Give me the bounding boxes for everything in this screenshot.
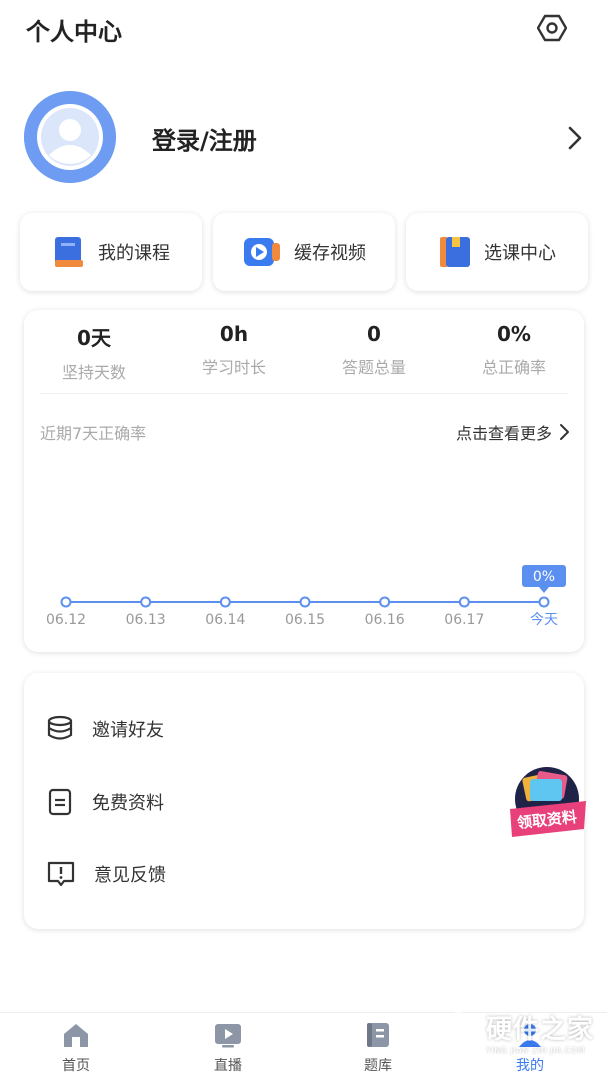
stat-value: 0天: [77, 326, 111, 350]
stat-label: 答题总量: [341, 358, 406, 377]
x-tick-label: 06.15: [285, 612, 325, 628]
feedback-icon: [47, 861, 75, 887]
menu-label: 邀请好友: [92, 720, 164, 741]
data-point[interactable]: [299, 596, 311, 608]
data-point[interactable]: [60, 596, 72, 608]
avatar[interactable]: [24, 91, 116, 183]
tab-label: 我的: [516, 1058, 544, 1074]
profile-login-row[interactable]: 登录/注册: [0, 88, 607, 188]
quick-actions: 我的课程 缓存视频 选课中心: [20, 213, 588, 293]
get-materials-promo[interactable]: 领取资料: [506, 765, 588, 847]
course-center-label: 选课中心: [484, 243, 556, 264]
stat-study-time: 0h 学习时长: [164, 322, 304, 378]
stat-value: 0h: [219, 322, 249, 346]
page-title: 个人中心: [26, 18, 122, 46]
live-play-icon: [215, 1024, 241, 1048]
materials-gift-icon: 领取资料: [510, 767, 586, 837]
chevron-right-icon: [568, 126, 582, 150]
tab-label: 直播: [214, 1058, 242, 1074]
cached-videos-button[interactable]: 缓存视频: [213, 213, 395, 291]
x-tick-label: 06.17: [444, 612, 484, 628]
user-avatar-icon: [24, 91, 116, 183]
stats-card: 0天 坚持天数 0h 学习时长 0 答题总量 0% 总正确率 近期7天正确率 点…: [24, 310, 584, 652]
view-more-link[interactable]: 点击查看更多: [456, 420, 570, 444]
watermark-logo-icon: [439, 1010, 477, 1054]
tab-home[interactable]: 首页: [36, 1021, 116, 1075]
menu-label: 意见反馈: [94, 865, 166, 886]
settings-button[interactable]: [534, 10, 570, 46]
tab-label: 题库: [364, 1058, 392, 1074]
chart-title: 近期7天正确率: [40, 424, 147, 443]
watermark-text-group: 硬件之家 YING JIAN ZHI JIA.COM: [486, 1009, 594, 1055]
tooltip-pointer: [539, 587, 549, 593]
stat-accuracy: 0% 总正确率: [444, 322, 584, 378]
login-register-label: 登录/注册: [152, 127, 257, 155]
question-bank-icon: [367, 1023, 389, 1047]
menu-feedback[interactable]: 意见反馈: [46, 854, 166, 894]
watermark: 硬件之家 YING JIAN ZHI JIA.COM: [438, 1008, 607, 1056]
course-center-button[interactable]: 选课中心: [406, 213, 588, 291]
x-tick-label: 06.13: [126, 612, 166, 628]
tab-question-bank[interactable]: 题库: [338, 1021, 418, 1075]
tooltip-label: 0%: [533, 569, 555, 585]
accuracy-line-chart: 06.12 06.13 06.14 06.15 06.16 06.17 今天 0%: [46, 565, 566, 628]
stat-answer-total: 0 答题总量: [304, 322, 444, 378]
tab-label: 首页: [62, 1058, 90, 1074]
x-tick-label: 06.16: [365, 612, 405, 628]
stat-persist-days: 0天 坚持天数: [24, 322, 164, 383]
course-center-icon: [440, 237, 470, 267]
x-tick-label: 今天: [530, 612, 558, 628]
stat-value: 0%: [497, 322, 531, 346]
menu-card: 邀请好友 免费资料 意见反馈: [24, 673, 584, 929]
tab-live[interactable]: 直播: [188, 1021, 268, 1075]
stat-label: 总正确率: [481, 358, 546, 377]
view-more-label: 点击查看更多: [455, 424, 552, 443]
chevron-right-icon: [560, 424, 569, 440]
data-point[interactable]: [219, 596, 231, 608]
database-stack-icon: [47, 715, 73, 740]
watermark-text: 硬件之家: [486, 1015, 595, 1045]
data-point[interactable]: [379, 596, 391, 608]
x-tick-label: 06.12: [46, 612, 86, 628]
header: 个人中心: [0, 0, 607, 58]
stat-label: 学习时长: [201, 358, 266, 377]
menu-invite-friends[interactable]: 邀请好友: [46, 709, 164, 749]
my-courses-button[interactable]: 我的课程: [20, 213, 202, 291]
cached-videos-label: 缓存视频: [294, 243, 366, 264]
stat-label: 坚持天数: [61, 363, 126, 382]
my-courses-label: 我的课程: [98, 243, 170, 264]
watermark-sub: YING JIAN ZHI JIA.COM: [486, 1046, 585, 1055]
settings-hexagon-icon: [537, 14, 567, 42]
menu-label: 免费资料: [92, 793, 164, 814]
x-tick-label: 06.14: [205, 612, 245, 628]
home-icon: [64, 1024, 88, 1047]
divider: [40, 393, 568, 394]
data-point[interactable]: [538, 596, 550, 608]
book-icon: [55, 237, 83, 267]
data-point[interactable]: [458, 596, 470, 608]
video-play-icon: [244, 238, 280, 266]
stat-value: 0: [367, 322, 381, 346]
data-point[interactable]: [140, 596, 152, 608]
document-icon: [48, 788, 72, 816]
menu-free-materials[interactable]: 免费资料: [46, 782, 164, 822]
